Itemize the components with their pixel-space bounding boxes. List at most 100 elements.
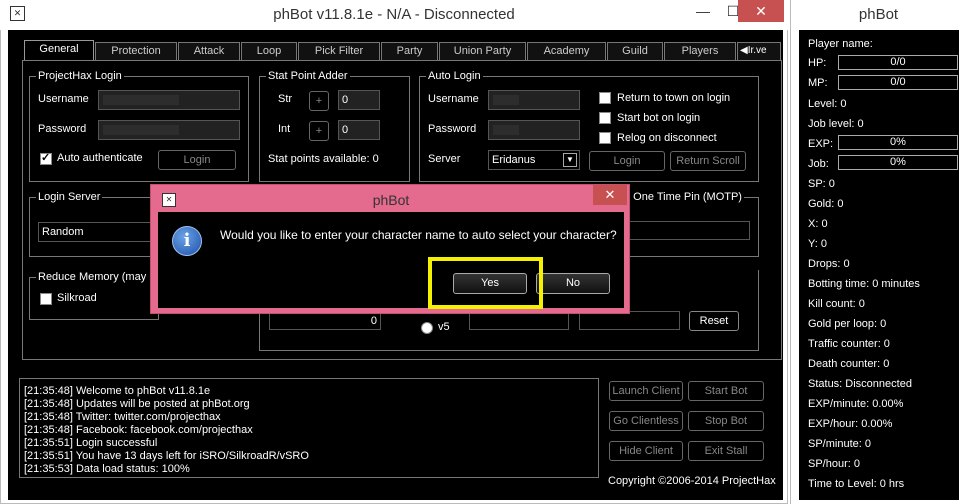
auto-login-button[interactable]: Login [589, 151, 665, 171]
minimize-button[interactable]: — [688, 0, 718, 22]
kill-count-stat: Kill count: 0 [808, 298, 865, 310]
server-selected-value: Eridanus [492, 154, 536, 166]
int-value-field[interactable]: 0 [338, 120, 380, 140]
level-stat: Level: 0 [808, 98, 847, 110]
auto-login-username-field[interactable] [488, 90, 580, 110]
chevron-left-icon: ◀ [740, 45, 748, 56]
str-plus-button[interactable]: + [309, 91, 329, 111]
hp-label: HP: [808, 57, 827, 69]
dialog-message: Would you like to enter your character n… [220, 228, 617, 242]
auto-login-password-label: Password [428, 123, 477, 135]
tab-protection[interactable]: Protection [95, 42, 177, 60]
log-line: [21:35:53] Data load status: 100% [24, 463, 190, 475]
start-bot-button[interactable]: Start Bot [688, 381, 764, 401]
login-server-select[interactable]: Random [38, 222, 158, 242]
traffic-counter-stat: Traffic counter: 0 [808, 338, 890, 350]
hp-bar: 0/0 [838, 55, 958, 70]
auto-login-password-field[interactable] [488, 120, 580, 140]
username-label: Username [38, 93, 89, 105]
str-label: Str [278, 93, 293, 105]
start-bot-label: Start bot on login [617, 112, 701, 124]
v5-radio[interactable] [421, 322, 433, 334]
group-title: Stat Point Adder [266, 70, 350, 82]
tab-general[interactable]: General [24, 40, 94, 61]
time-to-level-stat: Time to Level: 0 hrs [808, 478, 905, 490]
log-line: [21:35:48] Twitter: twitter.com/projecth… [24, 411, 221, 423]
exp-bar: 0% [838, 135, 958, 150]
log-line: [21:35:51] Login successful [24, 437, 158, 449]
tab-guild[interactable]: Guild [607, 42, 663, 60]
dialog-close-button[interactable]: ✕ [593, 185, 627, 205]
y-stat: Y: 0 [808, 238, 827, 250]
reset-button[interactable]: Reset [689, 311, 739, 331]
status-stat: Status: Disconnected [808, 378, 912, 390]
side-panel-title: phBot [858, 6, 899, 23]
sp-minute-stat: SP/minute: 0 [808, 438, 871, 450]
motp-field[interactable] [629, 221, 750, 240]
dialog-title: phBot [372, 192, 410, 208]
group-title: ProjectHax Login [36, 70, 124, 82]
log-line: [21:35:51] You have 13 days left for iSR… [24, 450, 309, 462]
sp-stat: SP: 0 [808, 178, 835, 190]
player-name-label: Player name: [808, 38, 873, 50]
side-panel: phBot Player name: HP: 0/0 MP: 0/0 Level… [790, 0, 965, 504]
auto-login-username-label: Username [428, 93, 479, 105]
int-label: Int [278, 123, 291, 135]
relog-checkbox[interactable] [599, 132, 611, 144]
exp-minute-stat: EXP/minute: 0.00% [808, 398, 904, 410]
log-line: [21:35:48] Facebook: facebook.com/projec… [24, 424, 253, 436]
log-line: [21:35:48] Welcome to phBot v11.8.1e [24, 385, 211, 397]
hide-client-button[interactable]: Hide Client [609, 441, 683, 461]
start-bot-checkbox[interactable] [599, 112, 611, 124]
relog-label: Relog on disconnect [617, 132, 717, 144]
dialog-body: i Would you like to enter your character… [158, 212, 624, 308]
mp-bar: 0/0 [838, 75, 958, 90]
tab-loop[interactable]: Loop [241, 42, 297, 60]
log-line: [21:35:48] Updates will be posted at phB… [24, 398, 250, 410]
tab-strip: General Protection Attack Loop Pick Filt… [24, 40, 782, 61]
auto-authenticate-label: Auto authenticate [57, 152, 143, 164]
exp-hour-stat: EXP/hour: 0.00% [808, 418, 893, 430]
title-bar: ✕ phBot v11.8.1e - N/A - Disconnected — … [0, 0, 788, 30]
projecthax-username-field[interactable] [98, 90, 240, 110]
death-counter-stat: Death counter: 0 [808, 358, 890, 370]
close-button[interactable]: ✕ [738, 0, 784, 22]
return-town-checkbox[interactable] [599, 92, 611, 104]
auto-authenticate-checkbox[interactable] [40, 151, 52, 165]
silkroad-checkbox[interactable] [40, 293, 52, 305]
yes-highlight-box [428, 257, 543, 309]
server-label: Server [428, 153, 461, 165]
group-title: Login Server [36, 191, 103, 203]
projecthax-password-field[interactable] [98, 120, 240, 140]
return-scroll-button[interactable]: Return Scroll [670, 151, 746, 171]
info-icon: i [172, 226, 202, 256]
str-value-field[interactable]: 0 [338, 90, 380, 110]
chevron-down-icon[interactable]: ▼ [563, 153, 577, 167]
sp-hour-stat: SP/hour: 0 [808, 458, 860, 470]
tab-party[interactable]: Party [381, 42, 438, 60]
x-stat: X: 0 [808, 218, 828, 230]
go-clientless-button[interactable]: Go Clientless [609, 411, 683, 431]
tab-academy[interactable]: Academy [527, 42, 606, 60]
copyright-text: Copyright ©2006-2014 ProjectHax [608, 475, 776, 487]
tab-players[interactable]: Players [664, 42, 736, 60]
tab-pick-filter[interactable]: Pick Filter [298, 42, 380, 60]
tab-attack[interactable]: Attack [178, 42, 240, 60]
exit-stall-button[interactable]: Exit Stall [688, 441, 764, 461]
launch-client-button[interactable]: Launch Client [609, 381, 683, 401]
botting-time-stat: Botting time: 0 minutes [808, 278, 920, 290]
gold-per-loop-stat: Gold per loop: 0 [808, 318, 887, 330]
v5-label: v5 [438, 321, 450, 333]
job-bar: 0% [838, 155, 958, 170]
int-plus-button[interactable]: + [309, 121, 329, 141]
projecthax-login-button[interactable]: Login [158, 150, 236, 170]
tab-union-party[interactable]: Union Party [439, 42, 526, 60]
password-label: Password [38, 123, 87, 135]
silkroad-label: Silkroad [57, 292, 97, 304]
server-select[interactable]: Eridanus ▼ [488, 150, 580, 170]
stat-points-available: Stat points available: 0 [268, 153, 379, 165]
stop-bot-button[interactable]: Stop Bot [688, 411, 764, 431]
drops-stat: Drops: 0 [808, 258, 850, 270]
no-button[interactable]: No [536, 273, 610, 294]
tab-scroll-arrow[interactable]: ◀Ir.ve [737, 42, 781, 60]
